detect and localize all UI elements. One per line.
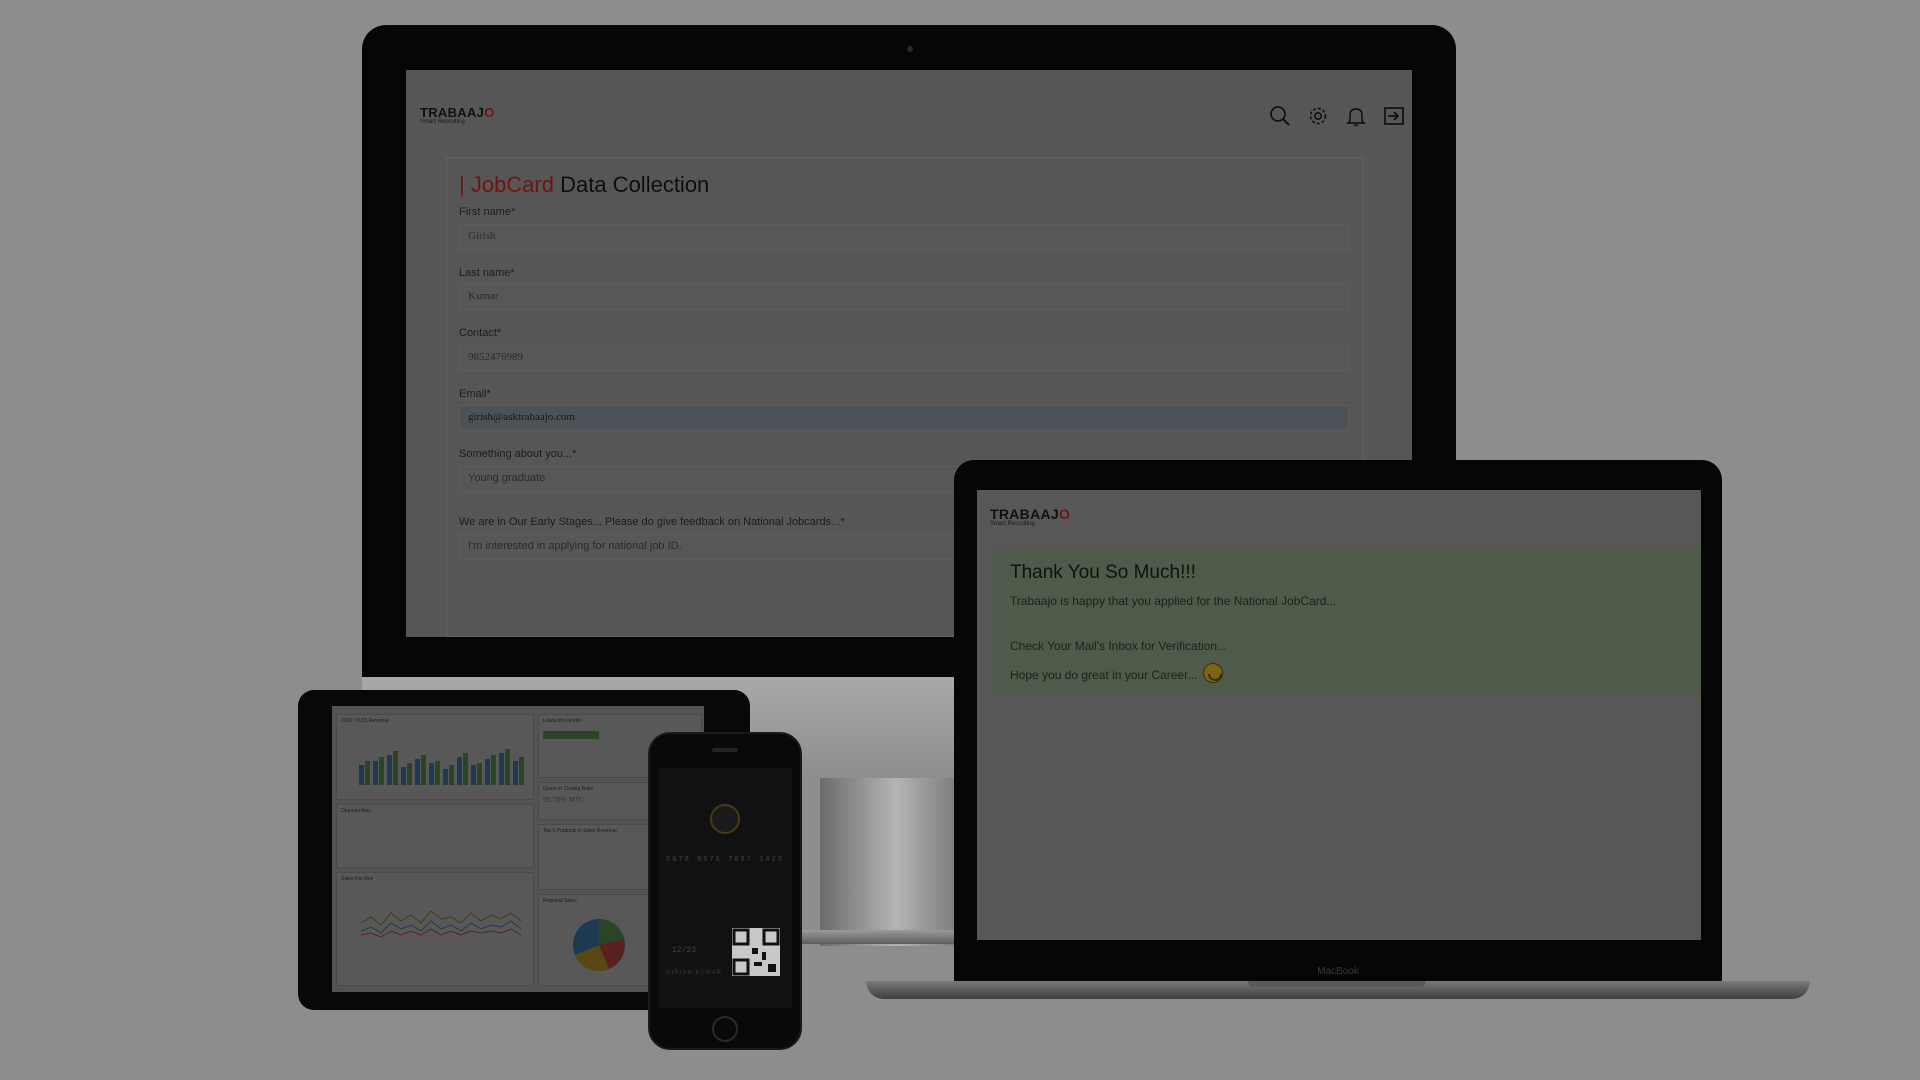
leads-title: Leads this Month bbox=[543, 718, 582, 724]
card-logo-icon bbox=[710, 804, 740, 834]
gear-icon[interactable] bbox=[1306, 104, 1330, 128]
smiley-icon bbox=[1203, 663, 1224, 683]
macbook-notch bbox=[1248, 981, 1426, 987]
opportunities-panel: Opportunities bbox=[336, 804, 534, 868]
thank-you-message: Trabaajo is happy that you applied for t… bbox=[1010, 594, 1337, 608]
camera-icon bbox=[907, 46, 913, 52]
form-title-accent: | JobCard bbox=[459, 172, 554, 197]
verification-message: Check Your Mail's Inbox for Verification… bbox=[1010, 639, 1228, 653]
home-button[interactable] bbox=[712, 1016, 738, 1042]
trabaajo-logo[interactable]: TRABAAJO Smart Recruiting bbox=[990, 506, 1070, 527]
first-name-label: First name* bbox=[459, 206, 516, 218]
brand-accent: O bbox=[1059, 506, 1071, 522]
first-name-field[interactable]: Girish bbox=[459, 224, 1349, 250]
thank-you-title: Thank You So Much!!! bbox=[1010, 562, 1196, 583]
sales-rep-panel: Sales Per Rep bbox=[336, 872, 534, 986]
career-message-text: Hope you do great in your Career... bbox=[1010, 668, 1198, 682]
card-number: 5678 8976 7897 3425 bbox=[666, 856, 784, 864]
brand-name: TRABAAJ bbox=[420, 105, 485, 120]
last-name-label: Last name* bbox=[459, 267, 515, 279]
ratio-title: Quote to Closing Ratio bbox=[543, 786, 594, 792]
jobcard-screen: 5678 8976 7897 3425 12/23 GIRISH KUMAR bbox=[658, 768, 792, 1008]
revenue-panel: 2016 / 2015 Revenue bbox=[336, 714, 534, 800]
revenue-bar-chart bbox=[359, 749, 524, 785]
feedback-label: We are in Our Early Stages... Please do … bbox=[459, 516, 845, 528]
sales-line-chart bbox=[360, 910, 522, 938]
form-title: | JobCard Data Collection bbox=[459, 172, 709, 198]
macbook-screen: TRABAAJO Smart Recruiting Thank You So M… bbox=[977, 490, 1701, 940]
leads-bar bbox=[543, 731, 599, 739]
opportunities-title: Opportunities bbox=[341, 808, 371, 814]
email-field[interactable]: girish@asktrabaajo.com bbox=[459, 405, 1349, 431]
qr-code-icon bbox=[732, 928, 780, 976]
card-expiry: 12/23 bbox=[672, 946, 697, 955]
ratio-value: 55.75% MTD bbox=[543, 797, 584, 804]
macbook-label: MacBook bbox=[1317, 966, 1359, 977]
card-holder-name: GIRISH KUMAR bbox=[666, 970, 723, 976]
about-label: Something about you...* bbox=[459, 448, 577, 460]
contact-label: Contact* bbox=[459, 327, 502, 339]
trabaajo-logo[interactable]: TRABAAJO Smart Recruiting bbox=[420, 105, 495, 125]
career-message: Hope you do great in your Career... bbox=[1010, 663, 1224, 683]
phone-speaker bbox=[712, 748, 738, 752]
brand-accent: O bbox=[484, 105, 495, 120]
last-name-field[interactable]: Kumar bbox=[459, 284, 1349, 310]
contact-field[interactable]: 9852476989 bbox=[459, 345, 1349, 371]
brand-name: TRABAAJ bbox=[990, 506, 1059, 522]
email-label: Email* bbox=[459, 388, 491, 400]
products-title: Top 5 Products in Sales Revenue bbox=[543, 828, 617, 834]
thank-you-banner: Thank You So Much!!! Trabaajo is happy t… bbox=[993, 550, 1701, 696]
top-nav bbox=[1268, 104, 1406, 128]
form-title-rest: Data Collection bbox=[553, 172, 710, 197]
bell-icon[interactable] bbox=[1344, 104, 1368, 128]
logout-icon[interactable] bbox=[1382, 104, 1406, 128]
search-icon[interactable] bbox=[1268, 104, 1292, 128]
